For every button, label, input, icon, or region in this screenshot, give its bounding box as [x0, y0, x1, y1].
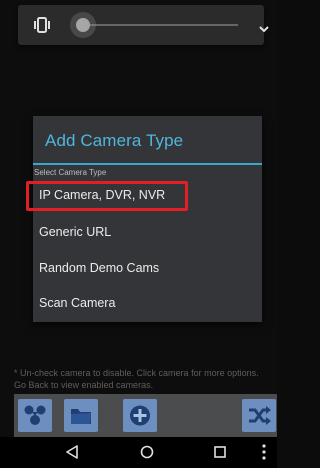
volume-slider-thumb[interactable]	[70, 12, 96, 38]
highlight-box	[26, 181, 188, 211]
volume-slider-track[interactable]	[90, 24, 238, 26]
vibrate-icon[interactable]	[32, 16, 52, 34]
footer-note: * Un-check camera to disable. Click came…	[14, 368, 259, 390]
back-icon[interactable]	[65, 445, 79, 464]
dialog-divider	[33, 163, 262, 165]
screen: Add Camera Type Select Camera Type IP Ca…	[0, 0, 277, 468]
dialog-title: Add Camera Type	[45, 131, 184, 150]
navigation-bar	[0, 437, 277, 468]
add-camera-type-dialog: Add Camera Type Select Camera Type IP Ca…	[33, 116, 262, 322]
dialog-subtitle: Select Camera Type	[34, 168, 107, 177]
option-generic-url[interactable]: Generic URL	[39, 221, 111, 243]
folder-button[interactable]	[64, 399, 98, 432]
home-icon[interactable]	[140, 445, 154, 464]
grid-button[interactable]	[18, 399, 52, 432]
chevron-down-icon[interactable]	[259, 20, 269, 33]
option-scan-camera[interactable]: Scan Camera	[39, 292, 115, 314]
add-button[interactable]	[123, 399, 157, 432]
shuffle-button[interactable]	[242, 399, 276, 432]
recents-icon[interactable]	[213, 445, 227, 464]
option-random-demo-cams[interactable]: Random Demo Cams	[39, 257, 159, 279]
more-icon[interactable]	[262, 444, 266, 465]
bottom-toolbar	[14, 394, 277, 437]
volume-panel	[18, 5, 269, 45]
